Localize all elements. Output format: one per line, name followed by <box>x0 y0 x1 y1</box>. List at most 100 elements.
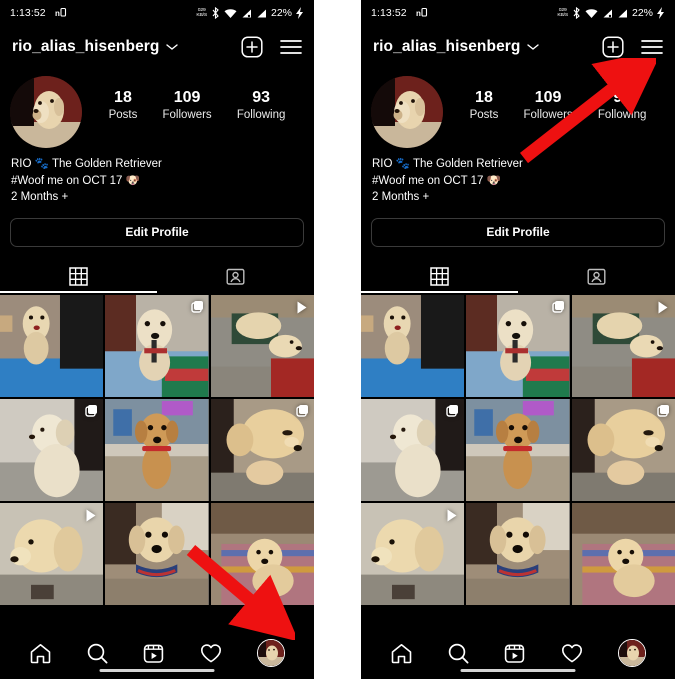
grid-tab[interactable] <box>0 261 157 293</box>
posts-label: Posts <box>469 109 499 121</box>
grid-cell[interactable] <box>361 503 465 606</box>
nav-items <box>361 634 675 672</box>
nb-icon: n <box>416 7 428 19</box>
grid-cell[interactable] <box>105 398 209 502</box>
carousel-icon <box>190 300 204 318</box>
video-icon <box>655 300 670 320</box>
nav-home[interactable] <box>29 642 52 665</box>
signal-2-icon <box>256 8 267 19</box>
create-post-icon[interactable] <box>602 36 624 58</box>
following-count: 93 <box>252 89 271 106</box>
profile-tabs <box>0 261 314 293</box>
grid-cell[interactable] <box>210 294 314 397</box>
carousel-icon <box>551 300 565 318</box>
grid-cell[interactable] <box>105 503 209 606</box>
svg-text:n: n <box>416 9 421 18</box>
username-label[interactable]: rio_alias_hisenberg <box>373 38 521 56</box>
followers-label: Followers <box>523 109 573 121</box>
username-label[interactable]: rio_alias_hisenberg <box>12 38 160 56</box>
edit-profile-wrap: Edit Profile <box>361 206 675 247</box>
chevron-down-icon[interactable] <box>165 38 178 56</box>
status-icons: 029 KB/S 22% <box>557 7 665 19</box>
followers-label: Followers <box>162 109 212 121</box>
status-icons: 029 KB/S 22% <box>196 7 304 19</box>
stat-posts[interactable]: 18 Posts <box>109 88 138 123</box>
home-indicator <box>99 669 215 672</box>
wifi-icon <box>585 8 598 19</box>
following-count: 93 <box>613 89 632 106</box>
profile-avatar[interactable] <box>371 76 443 148</box>
stat-following[interactable]: 93 Following <box>598 88 647 123</box>
posts-count: 18 <box>475 89 493 106</box>
profile-header: rio_alias_hisenberg <box>361 26 675 68</box>
nav-home[interactable] <box>390 642 413 665</box>
tagged-tab[interactable] <box>157 261 314 293</box>
grid-cell[interactable] <box>105 294 209 397</box>
grid-cell[interactable] <box>466 294 570 397</box>
profile-avatar[interactable] <box>10 76 82 148</box>
post-thumbnail <box>105 503 209 606</box>
bio-line-3: 2 Months + <box>11 191 69 203</box>
status-time: 1:13:52 <box>10 7 46 19</box>
grid-cell[interactable] <box>466 398 570 502</box>
nav-search[interactable] <box>86 642 109 665</box>
grid-cell[interactable] <box>0 294 104 397</box>
edit-profile-button[interactable]: Edit Profile <box>10 217 304 247</box>
chevron-down-icon[interactable] <box>526 38 539 56</box>
grid-cell[interactable] <box>0 398 104 502</box>
profile-stats: 18 Posts 109 Followers 93 Following <box>443 76 663 123</box>
status-time: 1:13:52 <box>371 7 407 19</box>
grid-cell[interactable] <box>361 294 465 397</box>
post-thumbnail <box>571 503 675 606</box>
header-actions <box>602 36 663 58</box>
grid-cell[interactable] <box>361 398 465 502</box>
stat-followers[interactable]: 109 Followers <box>523 88 572 123</box>
grid-cell[interactable] <box>210 503 314 606</box>
grid-cell[interactable] <box>571 503 675 606</box>
data-rate-indicator: 029 KB/S <box>196 7 207 18</box>
grid-cell[interactable] <box>466 503 570 606</box>
grid-cell[interactable] <box>210 398 314 502</box>
bottom-navigation <box>0 627 314 679</box>
nb-icon: n <box>55 7 67 19</box>
grid-cell[interactable] <box>571 398 675 502</box>
carousel-icon <box>446 404 459 422</box>
grid-icon <box>69 267 88 286</box>
nav-profile[interactable] <box>257 639 286 667</box>
grid-cell[interactable] <box>0 503 104 606</box>
posts-grid <box>0 294 314 606</box>
grid-cell[interactable] <box>571 294 675 397</box>
nav-profile[interactable] <box>618 639 647 667</box>
header-actions <box>241 36 302 58</box>
bio-line-1: RIO 🐾 The Golden Retriever <box>11 158 162 170</box>
nav-search[interactable] <box>447 642 470 665</box>
nav-reels[interactable] <box>142 642 165 665</box>
posts-label: Posts <box>108 109 138 121</box>
tagged-tab[interactable] <box>518 261 675 293</box>
posts-count: 18 <box>114 89 132 106</box>
nav-likes[interactable] <box>560 642 584 665</box>
post-thumbnail <box>466 398 570 502</box>
create-post-icon[interactable] <box>241 36 263 58</box>
screenshot-stage: 1:13:52 n 029 KB/S 22% rio_alias_hisenbe… <box>0 0 675 679</box>
post-thumbnail <box>210 503 314 606</box>
stat-following[interactable]: 93 Following <box>237 88 286 123</box>
bluetooth-icon <box>211 7 220 19</box>
followers-count: 109 <box>173 89 201 106</box>
bio-line-2: #Woof me on OCT 17 🐶 <box>372 174 501 187</box>
nav-reels[interactable] <box>503 642 526 665</box>
edit-profile-button[interactable]: Edit Profile <box>371 217 665 247</box>
post-thumbnail <box>361 294 465 397</box>
stat-followers[interactable]: 109 Followers <box>162 88 211 123</box>
stat-posts[interactable]: 18 Posts <box>470 88 499 123</box>
battery-percent: 22% <box>631 7 653 19</box>
profile-stats: 18 Posts 109 Followers 93 Following <box>82 76 302 123</box>
profile-bio: RIO 🐾 The Golden Retriever #Woof me on O… <box>0 148 314 206</box>
menu-icon[interactable] <box>641 38 663 56</box>
profile-summary: 18 Posts 109 Followers 93 Following <box>361 68 675 148</box>
menu-icon[interactable] <box>280 38 302 56</box>
data-rate-indicator: 029 KB/S <box>557 7 568 18</box>
nav-likes[interactable] <box>199 642 223 665</box>
tagged-person-icon <box>226 267 245 286</box>
grid-tab[interactable] <box>361 261 518 293</box>
